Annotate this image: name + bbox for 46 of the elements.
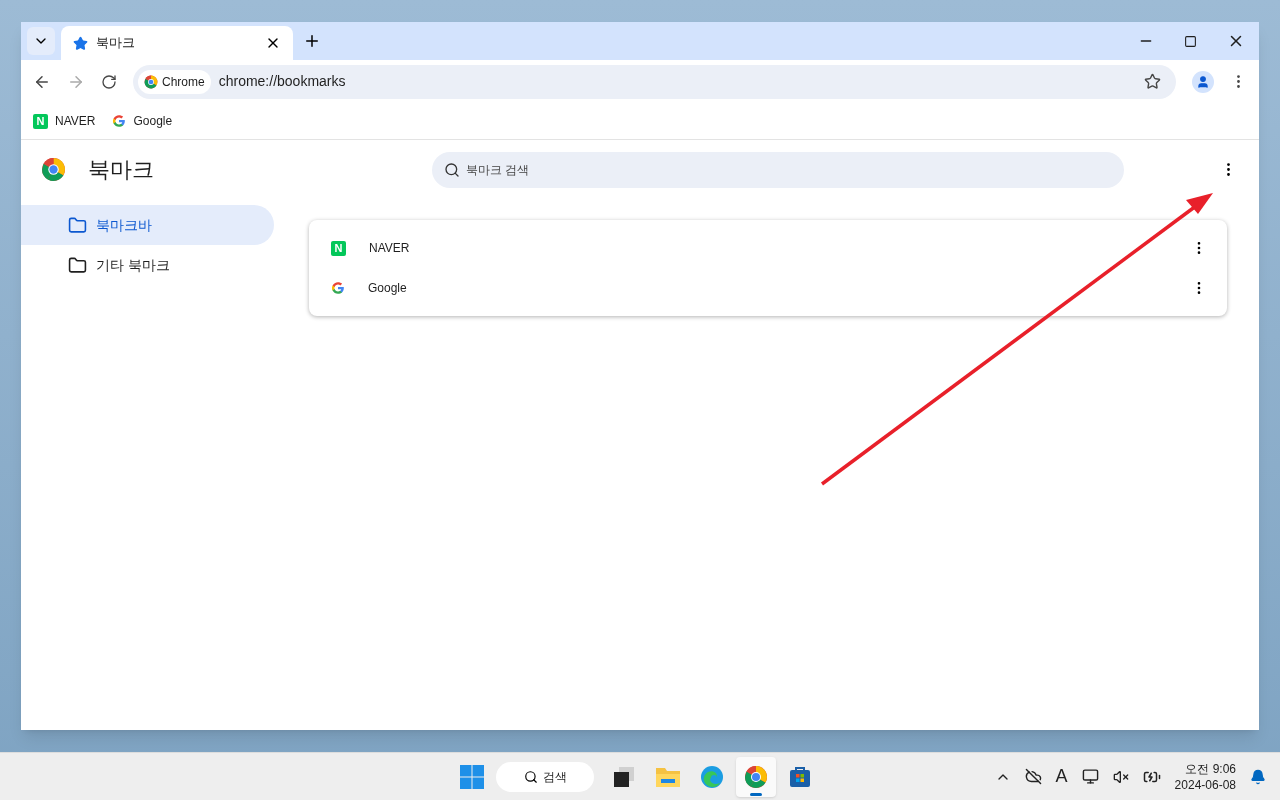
- input-mode-indicator[interactable]: A: [1055, 763, 1068, 790]
- clock[interactable]: 오전 9:06 2024-06-08: [1174, 760, 1236, 793]
- site-chip[interactable]: Chrome: [138, 69, 211, 94]
- chrome-logo-icon: [41, 157, 66, 182]
- bookmark-row[interactable]: Google: [309, 268, 1227, 308]
- chrome-browser-icon: [744, 765, 768, 789]
- browser-tab[interactable]: 북마크: [61, 26, 293, 60]
- maximize-icon[interactable]: [1184, 34, 1197, 48]
- cloud-off-icon[interactable]: [1024, 768, 1042, 785]
- naver-logo-icon: N: [331, 240, 346, 256]
- notification-bell-icon[interactable]: [1250, 768, 1266, 785]
- bookmark-row[interactable]: N NAVER: [309, 228, 1227, 268]
- tab-search-button[interactable]: [27, 27, 55, 55]
- url-text: chrome://bookmarks: [218, 72, 347, 91]
- star-icon: [73, 35, 88, 51]
- bookmark-title: Google: [368, 280, 408, 297]
- bookmark-bar-item[interactable]: Google: [112, 112, 173, 130]
- search-field[interactable]: 북마크 검색: [432, 151, 1124, 188]
- search-icon: [444, 161, 460, 178]
- new-tab-icon[interactable]: [303, 32, 321, 50]
- taskbar-search-field[interactable]: 검색: [496, 762, 594, 792]
- sidebar-folder-item[interactable]: 북마크바: [21, 205, 274, 245]
- folder-icon: [68, 255, 87, 275]
- person-icon: [1196, 74, 1210, 89]
- folder-icon: [655, 765, 681, 789]
- profile-avatar[interactable]: [1192, 70, 1214, 93]
- chrome-logo-icon: [144, 74, 158, 89]
- sidebar-folder-item[interactable]: 기타 북마크: [21, 245, 274, 285]
- reload-icon[interactable]: [101, 73, 117, 90]
- tab-title: 북마크: [96, 34, 136, 53]
- search-icon: [523, 770, 538, 784]
- google-g-icon: [112, 114, 127, 128]
- bookmark-title: NAVER: [369, 240, 411, 257]
- edge-browser-icon: [700, 765, 724, 789]
- monitor-icon[interactable]: [1081, 768, 1099, 785]
- google-g-icon: [331, 281, 345, 295]
- bookmark-bar-item[interactable]: N NAVER: [33, 112, 96, 130]
- muted-speaker-icon[interactable]: [1112, 768, 1129, 785]
- page-title: 북마크: [88, 156, 155, 184]
- bookmark-star-icon[interactable]: [1144, 73, 1161, 90]
- task-view-icon: [612, 765, 636, 789]
- naver-logo-icon: N: [33, 113, 48, 129]
- running-indicator: [750, 793, 762, 796]
- store-icon: [788, 765, 812, 789]
- address-bar[interactable]: Chrome chrome://bookmarks: [133, 64, 1176, 99]
- folder-icon: [68, 215, 87, 235]
